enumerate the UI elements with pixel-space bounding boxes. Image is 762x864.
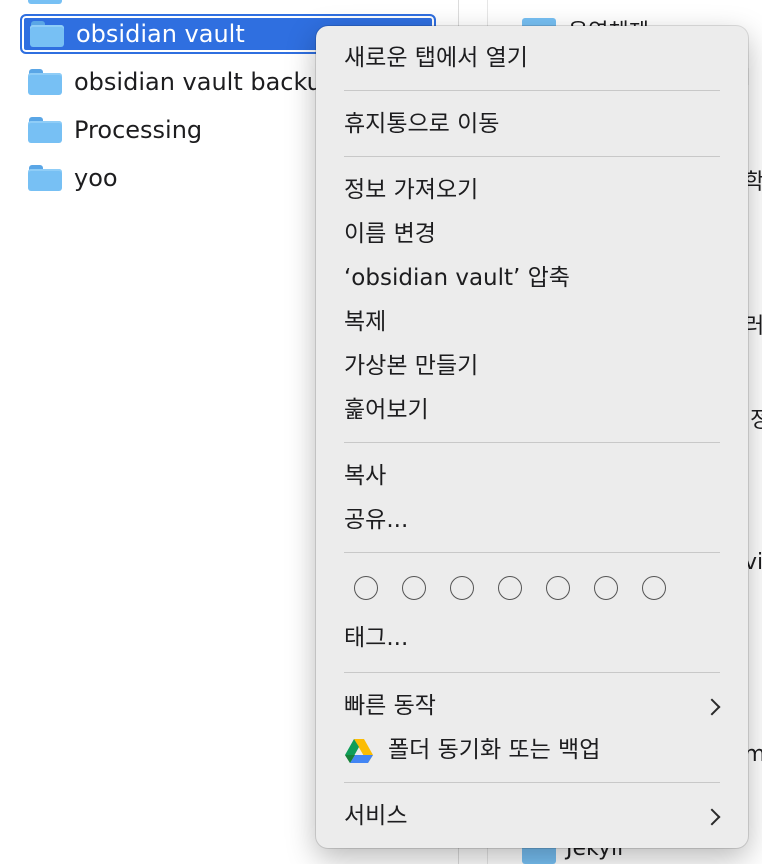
folder-icon xyxy=(30,21,64,47)
menu-item-quick-actions[interactable]: 빠른 동작 xyxy=(344,690,436,722)
menu-item-make-alias[interactable]: 가상본 만들기 xyxy=(344,350,478,382)
folder-icon xyxy=(28,0,62,4)
menu-item-get-info[interactable]: 정보 가져오기 xyxy=(344,174,478,206)
menu-separator xyxy=(344,442,720,443)
tag-color-circle[interactable] xyxy=(642,576,666,600)
menu-item-tags[interactable]: 태그... xyxy=(344,622,408,654)
google-drive-icon xyxy=(345,739,373,763)
tag-color-circle[interactable] xyxy=(450,576,474,600)
menu-separator xyxy=(344,672,720,673)
menu-separator xyxy=(344,90,720,91)
menu-item-duplicate[interactable]: 복제 xyxy=(344,306,386,338)
context-menu: 새로운 탭에서 열기 휴지통으로 이동 정보 가져오기 이름 변경 ‘obsid… xyxy=(316,26,748,848)
folder-icon xyxy=(28,69,62,95)
tag-color-circle[interactable] xyxy=(354,576,378,600)
menu-item-compress[interactable]: ‘obsidian vault’ 압축 xyxy=(344,262,570,294)
tag-color-circle[interactable] xyxy=(402,576,426,600)
menu-item-rename[interactable]: 이름 변경 xyxy=(344,218,436,250)
folder-name: yoo xyxy=(74,164,118,192)
folder-icon xyxy=(28,165,62,191)
menu-separator xyxy=(344,552,720,553)
tag-color-circle[interactable] xyxy=(498,576,522,600)
chevron-right-icon xyxy=(703,698,721,716)
menu-item-gdrive-sync[interactable]: 폴더 동기화 또는 백업 xyxy=(388,734,600,766)
tag-color-circle[interactable] xyxy=(546,576,570,600)
menu-separator xyxy=(344,782,720,783)
folder-icon xyxy=(28,117,62,143)
menu-item-open-in-new-tab[interactable]: 새로운 탭에서 열기 xyxy=(344,42,528,74)
folder-name: Processing xyxy=(74,116,203,144)
folder-name: obsidian vault backu xyxy=(74,68,322,96)
menu-item-services[interactable]: 서비스 xyxy=(344,800,407,832)
folder-name: obsidian vault xyxy=(76,20,245,48)
menu-item-move-to-trash[interactable]: 휴지통으로 이동 xyxy=(344,108,499,140)
tag-color-circle[interactable] xyxy=(594,576,618,600)
file-name-fragment[interactable]: 정 xyxy=(750,402,762,434)
menu-item-copy[interactable]: 복사 xyxy=(344,460,386,492)
menu-item-quick-look[interactable]: 훑어보기 xyxy=(344,394,429,426)
menu-separator xyxy=(344,156,720,157)
menu-item-share[interactable]: 공유... xyxy=(344,504,408,536)
chevron-right-icon xyxy=(703,808,721,826)
